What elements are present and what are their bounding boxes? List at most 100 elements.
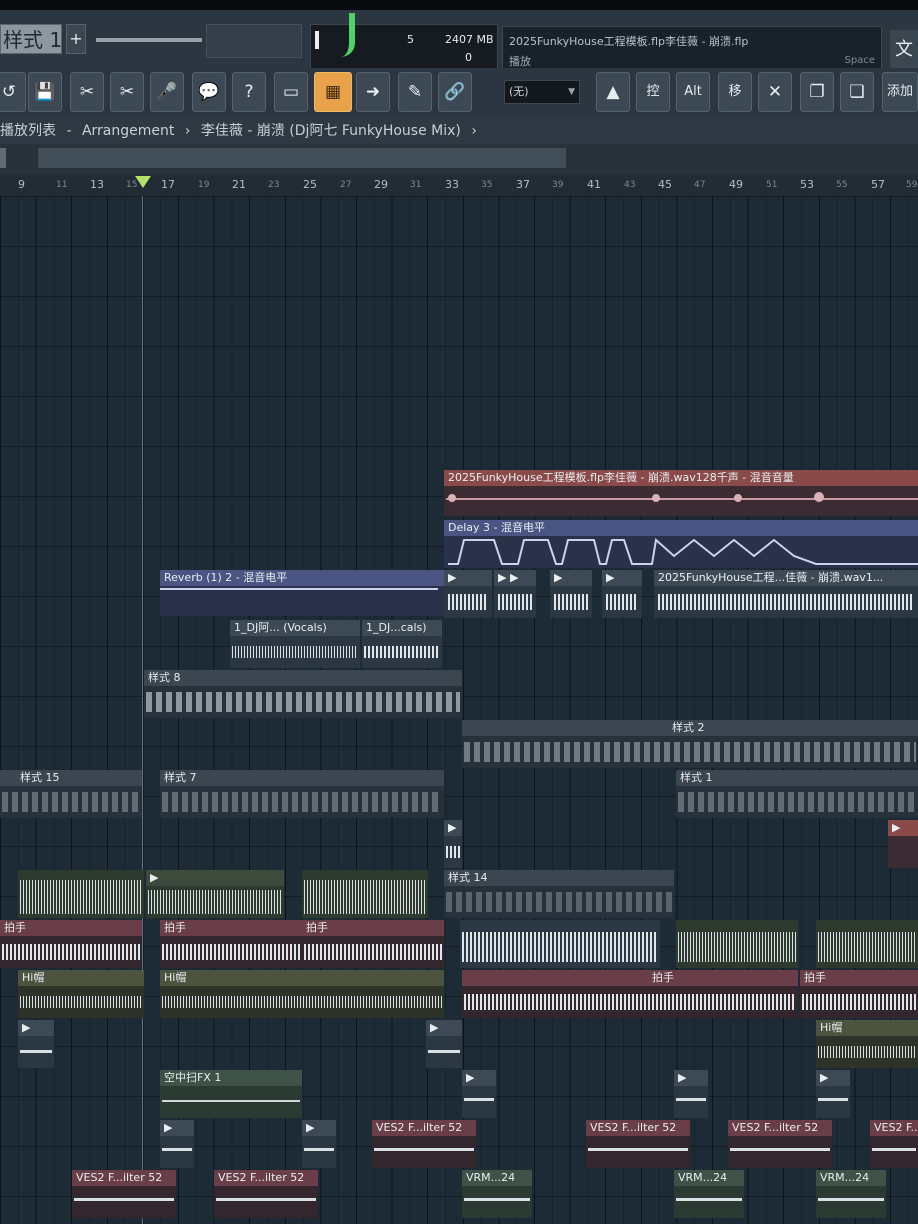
- automation-clip[interactable]: Delay 3 - 混音电平: [444, 520, 918, 568]
- audio-clip[interactable]: [302, 870, 428, 918]
- audio-clip[interactable]: 拍手: [160, 920, 302, 968]
- piano-roll-button[interactable]: ▦: [314, 72, 352, 112]
- automation-point[interactable]: [448, 494, 456, 502]
- audio-clip[interactable]: VES2 F...ilter 52: [72, 1170, 176, 1218]
- audio-clip[interactable]: ▶: [816, 1070, 850, 1118]
- waveform: [498, 594, 532, 610]
- bar-number: 57: [871, 178, 885, 191]
- audio-clip[interactable]: ▶ ▶: [494, 570, 536, 618]
- playlist-overview-scrollbar[interactable]: [0, 144, 918, 174]
- audio-clip[interactable]: ▶: [674, 1070, 708, 1118]
- audio-clip[interactable]: 拍手: [462, 970, 798, 1018]
- audio-clip[interactable]: 拍手: [800, 970, 918, 1018]
- audio-clip[interactable]: 拍手: [0, 920, 142, 968]
- automation-point[interactable]: [734, 494, 742, 502]
- pattern-clip[interactable]: 样式 1: [676, 770, 918, 818]
- audio-clip[interactable]: ▶: [550, 570, 592, 618]
- audio-clip[interactable]: VRM...24: [462, 1170, 532, 1218]
- snap-dropdown[interactable]: (无) ▼: [504, 80, 580, 104]
- audio-clip[interactable]: [460, 920, 660, 968]
- audio-clip[interactable]: ▶: [602, 570, 642, 618]
- hint-shortcut: Space: [844, 55, 875, 66]
- overview-window[interactable]: [38, 148, 566, 168]
- breadcrumb-separator: ›: [471, 123, 477, 139]
- stamp-button[interactable]: ▲: [596, 72, 630, 112]
- audio-clip[interactable]: ▶: [444, 570, 492, 618]
- breadcrumb-song[interactable]: 李佳薇 - 崩溃 (Dj阿七 FunkyHouse Mix): [201, 123, 461, 139]
- automation-point[interactable]: [814, 492, 824, 502]
- audio-clip[interactable]: ▶: [426, 1020, 462, 1068]
- breadcrumb-playlist[interactable]: 播放列表: [0, 123, 56, 139]
- add-pattern-button[interactable]: +: [66, 24, 86, 54]
- audio-clip[interactable]: 1_DJ阿... (Vocals): [230, 620, 360, 668]
- audio-clip[interactable]: 2025FunkyHouse工程...佳薇 - 崩溃.wav1...: [654, 570, 918, 618]
- copy-button[interactable]: ❐: [800, 72, 834, 112]
- help-button[interactable]: ?: [232, 72, 266, 112]
- audio-clip[interactable]: ▶: [18, 1020, 54, 1068]
- breadcrumb-arrangement[interactable]: Arrangement: [82, 123, 174, 139]
- audio-clip[interactable]: VES2 F...ilter 52: [870, 1120, 918, 1168]
- alt-button[interactable]: Alt: [676, 72, 710, 112]
- bar-number: 11: [56, 180, 68, 190]
- audio-clip[interactable]: VES2 F...ilter 52: [372, 1120, 476, 1168]
- comment-button[interactable]: 💬: [192, 72, 226, 112]
- waveform: [428, 1050, 460, 1054]
- audio-clip[interactable]: 空中扫FX 1: [160, 1070, 302, 1118]
- link-button[interactable]: 🔗: [438, 72, 472, 112]
- audio-clip[interactable]: VES2 F...ilter 52: [214, 1170, 318, 1218]
- delete-button[interactable]: ✕: [758, 72, 792, 112]
- scroll-left-handle[interactable]: [0, 148, 6, 168]
- pattern-clip[interactable]: 样式 2: [462, 720, 918, 768]
- audio-clip[interactable]: VRM...24: [816, 1170, 886, 1218]
- audio-clip[interactable]: Hi帽: [18, 970, 144, 1018]
- undo-button[interactable]: ↺: [0, 72, 26, 112]
- pattern-clip[interactable]: 样式 15: [0, 770, 142, 818]
- master-knob-area[interactable]: [206, 24, 302, 58]
- automation-clip[interactable]: Reverb (1) 2 - 混音电平: [160, 570, 444, 616]
- audio-clip[interactable]: VES2 F...ilter 52: [586, 1120, 690, 1168]
- audio-clip[interactable]: Hi帽: [160, 970, 444, 1018]
- draw-tool-button[interactable]: ✎: [398, 72, 432, 112]
- clip-play-icon: ▶: [444, 820, 462, 836]
- toolbar: ↺ 💾 ✂ ✂ 🎤 💬 ? ▭ ▦ ➜ ✎ 🔗 (无) ▼ ▲ 控 Alt 移 …: [0, 68, 918, 118]
- audio-clip[interactable]: Hi帽: [816, 1020, 918, 1068]
- record-audio-button[interactable]: 🎤: [150, 72, 184, 112]
- save-button[interactable]: 💾: [28, 72, 62, 112]
- audio-clip[interactable]: ▶: [444, 820, 462, 868]
- paste-button[interactable]: ❏: [840, 72, 874, 112]
- render-button[interactable]: ✂: [70, 72, 104, 112]
- move-button[interactable]: 移: [718, 72, 752, 112]
- audio-clip[interactable]: [676, 920, 798, 968]
- bar-number: 33: [445, 178, 459, 191]
- pattern-clip[interactable]: 样式 14: [444, 870, 674, 918]
- add-button[interactable]: 添加: [882, 72, 918, 112]
- playhead-marker[interactable]: [135, 176, 151, 188]
- audio-clip[interactable]: [18, 870, 144, 918]
- view-button[interactable]: ▭: [274, 72, 308, 112]
- automation-point[interactable]: [652, 494, 660, 502]
- pattern-selector[interactable]: 样式 1: [0, 24, 62, 54]
- pattern-notes: [678, 792, 916, 812]
- audio-clip[interactable]: 拍手: [302, 920, 444, 968]
- clip-title: 样式 8: [144, 670, 462, 686]
- audio-clip[interactable]: 1_DJ...cals): [362, 620, 442, 668]
- pattern-clip[interactable]: 样式 8: [144, 670, 462, 718]
- tempo-slider[interactable]: [96, 38, 202, 42]
- audio-clip[interactable]: VRM...24: [674, 1170, 744, 1218]
- pattern-clip[interactable]: 样式 7: [160, 770, 444, 818]
- next-button[interactable]: ➜: [356, 72, 390, 112]
- clip-title: 样式 7: [160, 770, 444, 786]
- audio-clip[interactable]: ▶: [888, 820, 918, 868]
- pattern-notes: [146, 692, 460, 712]
- audio-clip[interactable]: VES2 F...ilter 52: [728, 1120, 832, 1168]
- file-menu-button[interactable]: 文件: [890, 30, 918, 70]
- audio-clip[interactable]: ▶: [462, 1070, 496, 1118]
- control-button[interactable]: 控: [636, 72, 670, 112]
- audio-clip[interactable]: ▶: [160, 1120, 194, 1168]
- automation-clip[interactable]: 2025FunkyHouse工程模板.flp李佳薇 - 崩溃.wav128千声 …: [444, 470, 918, 516]
- audio-clip[interactable]: ▶: [146, 870, 284, 918]
- cut-button[interactable]: ✂: [110, 72, 144, 112]
- automation-line: [446, 498, 918, 500]
- audio-clip[interactable]: ▶: [302, 1120, 336, 1168]
- audio-clip[interactable]: [816, 920, 918, 968]
